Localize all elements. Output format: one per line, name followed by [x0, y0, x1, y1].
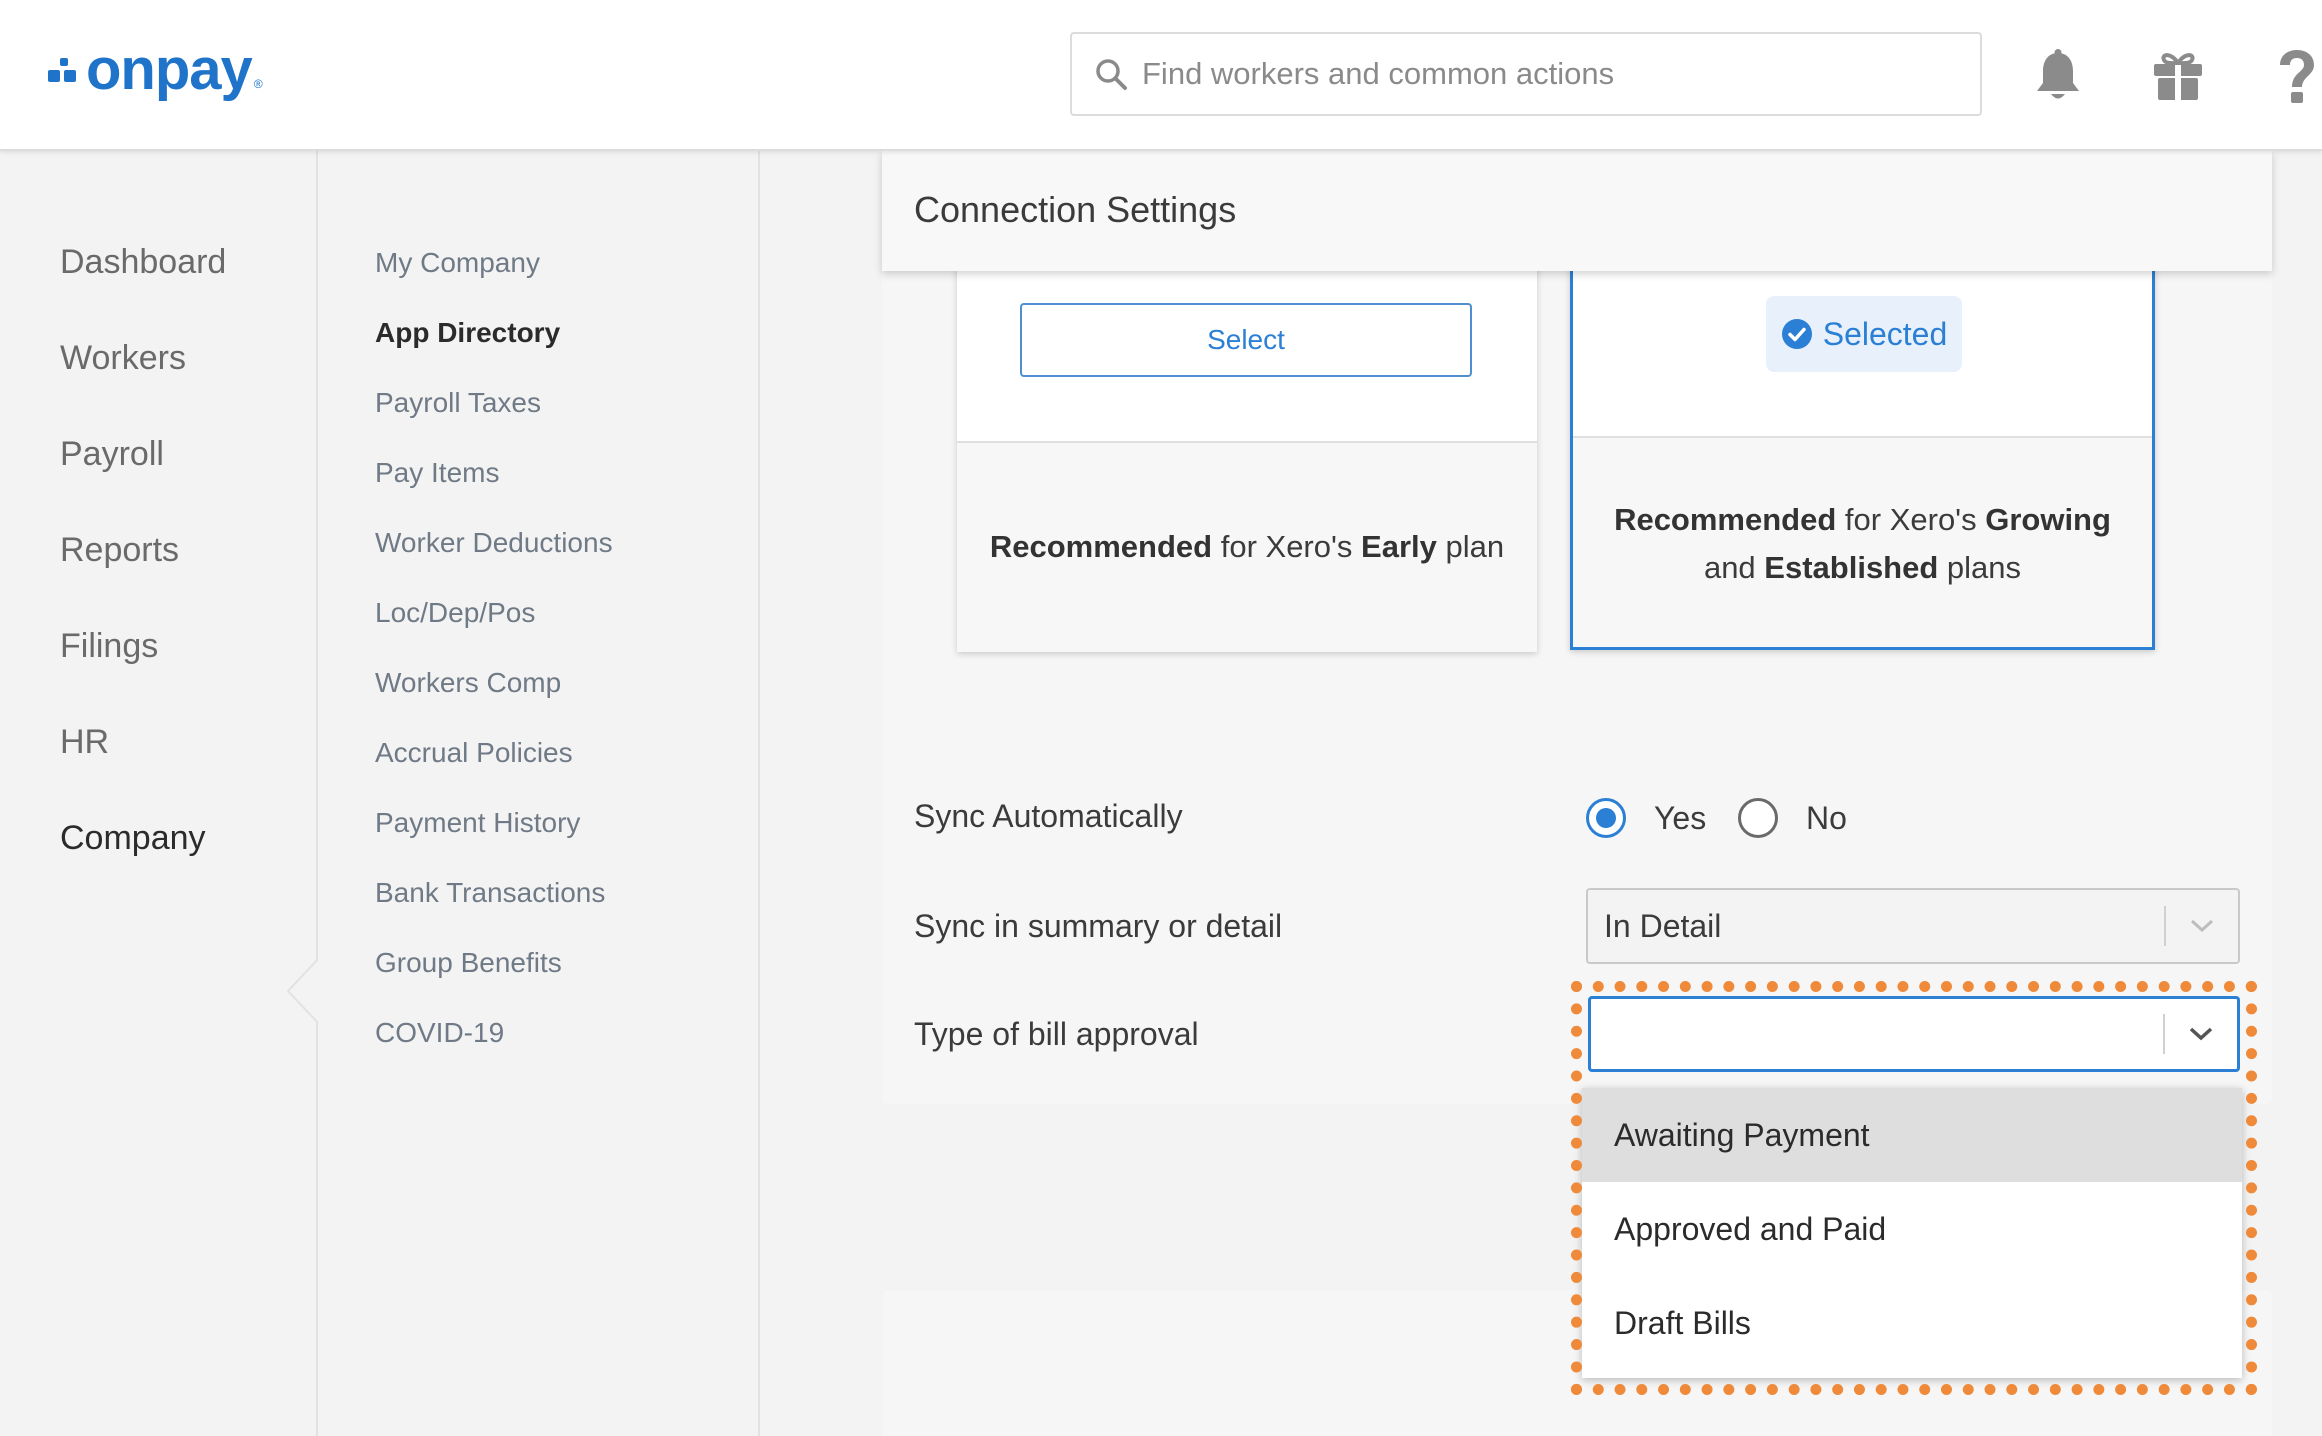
sync-yes-label[interactable]: Yes — [1654, 800, 1706, 837]
search-icon — [1096, 59, 1127, 90]
subnav-item-payroll-taxes[interactable]: Payroll Taxes — [375, 387, 541, 419]
connection-settings-title: Connection Settings — [914, 189, 1237, 230]
sync-yes-radio[interactable] — [1586, 798, 1626, 838]
search-box[interactable] — [1070, 32, 1982, 116]
nav-item-payroll[interactable]: Payroll — [60, 435, 164, 474]
option-draft-bills[interactable]: Draft Bills — [1582, 1276, 2242, 1370]
sync-detail-select[interactable]: In Detail — [1586, 888, 2240, 964]
gift-icon[interactable] — [2148, 46, 2208, 106]
subnav-item-covid-19[interactable]: COVID-19 — [375, 1017, 504, 1049]
nav-item-company[interactable]: Company — [60, 819, 206, 858]
subnav-item-payment-history[interactable]: Payment History — [375, 807, 580, 839]
plan-description: Recommended for Xero's Early plan — [989, 529, 1505, 564]
nav-item-hr[interactable]: HR — [60, 723, 109, 762]
subnav-item-worker-deductions[interactable]: Worker Deductions — [375, 527, 613, 559]
select-plan-button[interactable]: Select — [1020, 303, 1472, 377]
selected-badge: Selected — [1766, 296, 1962, 372]
bill-approval-menu: Awaiting Payment Approved and Paid Draft… — [1582, 1088, 2242, 1378]
primary-nav: Dashboard Workers Payroll Reports Filing… — [0, 151, 320, 1436]
bill-approval-select[interactable] — [1588, 996, 2240, 1072]
active-nav-caret-icon — [286, 957, 320, 1025]
nav-item-dashboard[interactable]: Dashboard — [60, 243, 226, 282]
subnav-item-loc-dep-pos[interactable]: Loc/Dep/Pos — [375, 597, 535, 629]
top-header: onpay ® — [0, 0, 2322, 151]
subnav-item-my-company[interactable]: My Company — [375, 247, 540, 279]
chevron-down-icon[interactable] — [2166, 918, 2238, 934]
subnav-item-accrual-policies[interactable]: Accrual Policies — [375, 737, 573, 769]
secondary-nav: My Company App Directory Payroll Taxes P… — [318, 151, 760, 1436]
plan-description: Recommended for Xero's Growing and Estab… — [1614, 502, 2111, 585]
help-icon[interactable] — [2266, 46, 2322, 106]
subnav-item-group-benefits[interactable]: Group Benefits — [375, 947, 562, 979]
logo-text: onpay — [86, 37, 253, 102]
logo-mark-icon — [46, 52, 82, 88]
bell-icon[interactable] — [2028, 46, 2088, 106]
bill-approval-label: Type of bill approval — [914, 1016, 1199, 1052]
nav-item-reports[interactable]: Reports — [60, 531, 179, 570]
onpay-logo[interactable]: onpay ® — [46, 40, 263, 100]
nav-item-filings[interactable]: Filings — [60, 627, 158, 666]
check-circle-icon — [1781, 319, 1812, 349]
sync-detail-value: In Detail — [1604, 907, 1722, 944]
sync-no-label[interactable]: No — [1806, 800, 1847, 837]
sync-automatically-label: Sync Automatically — [914, 798, 1183, 834]
subnav-item-bank-transactions[interactable]: Bank Transactions — [375, 877, 605, 909]
subnav-item-pay-items[interactable]: Pay Items — [375, 457, 499, 489]
chevron-down-icon[interactable] — [2165, 1026, 2237, 1042]
selected-label: Selected — [1822, 315, 1948, 352]
connection-settings-header: Connection Settings — [882, 151, 2272, 271]
nav-item-workers[interactable]: Workers — [60, 339, 186, 378]
sync-detail-label: Sync in summary or detail — [914, 908, 1283, 944]
logo-registered-mark: ® — [253, 77, 263, 91]
search-input[interactable] — [1142, 56, 1962, 92]
subnav-item-workers-comp[interactable]: Workers Comp — [375, 667, 561, 699]
subnav-item-app-directory[interactable]: App Directory — [375, 317, 560, 349]
option-awaiting-payment[interactable]: Awaiting Payment — [1582, 1088, 2242, 1182]
option-approved-and-paid[interactable]: Approved and Paid — [1582, 1182, 2242, 1276]
sync-no-radio[interactable] — [1738, 798, 1778, 838]
